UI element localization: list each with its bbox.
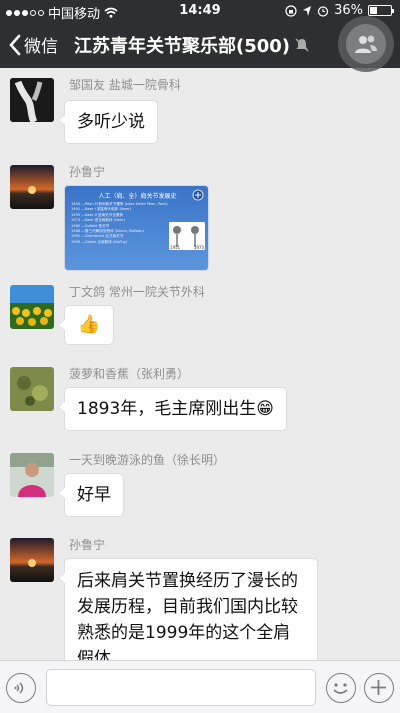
sender-name: 孙鲁宁: [69, 165, 106, 179]
group-name: 江苏青年关节聚乐部(500): [74, 36, 291, 57]
alarm-icon: [317, 5, 329, 17]
implant-photos: 1951 1973: [169, 222, 205, 250]
avatar[interactable]: [10, 367, 54, 411]
message-list[interactable]: 邹国友 盐城一院骨科 多听少说 孙鲁宁 人工（肩、全）肩关节发展史 1893 —…: [0, 68, 400, 660]
avatar[interactable]: [10, 165, 54, 209]
sender-name: 一天到晚游泳的鱼（徐长明）: [69, 453, 226, 467]
sender-name: 邹国友 盐城一院骨科: [69, 78, 181, 92]
implant-label: 1951: [170, 245, 181, 250]
plus-icon: [371, 680, 386, 695]
avatar[interactable]: [10, 453, 54, 497]
location-icon: [303, 5, 312, 16]
hospital-logo-icon: [192, 189, 204, 201]
emoji-button[interactable]: [326, 673, 356, 703]
message-bubble[interactable]: 多听少说: [58, 100, 158, 144]
grin-emoji-icon: 😁: [256, 399, 274, 419]
battery-icon: [368, 5, 394, 16]
sender-name: 丁文鸽 常州一院关节外科: [69, 285, 205, 299]
back-button[interactable]: 微信: [8, 32, 58, 57]
message-bubble[interactable]: 👍: [58, 305, 114, 345]
xray-avatar-image: [10, 78, 54, 122]
slide-title: 人工（肩、全）肩关节发展史: [98, 193, 177, 200]
more-button[interactable]: [364, 673, 394, 703]
chevron-left-icon: [9, 34, 21, 55]
sender-name: 菠萝和香蕉（张利勇）: [69, 367, 190, 381]
person-avatar-image: [10, 453, 54, 497]
voice-icon: [14, 682, 24, 694]
status-bar: 中国移动 14:49 36%: [0, 0, 400, 22]
slide-timeline: 1893 —Péan 行首例肩关节置换 (Jules Emile Péan, P…: [71, 202, 171, 245]
sunflower-avatar-image: [10, 285, 54, 329]
message-bubble[interactable]: 后来肩关节置换经历了漫长的发展历程，目前我们国内比较熟悉的是1999年的这个全肩…: [58, 558, 318, 660]
plant-avatar-image: [10, 367, 54, 411]
implant-label: 1973: [193, 245, 204, 250]
message-bubble[interactable]: 1893年，毛主席刚出生😁: [58, 387, 287, 431]
group-members-icon: [355, 35, 377, 53]
message-input[interactable]: [46, 669, 316, 706]
slide-timeline-row: 1999 —Global 全肩假体 (DePuy): [71, 239, 128, 244]
mute-icon: [295, 38, 309, 52]
back-label: 微信: [24, 37, 58, 57]
avatar[interactable]: [10, 285, 54, 329]
message-text: 1893年，毛主席刚出生: [77, 399, 257, 419]
image-message[interactable]: 人工（肩、全）肩关节发展史 1893 —Péan 行首例肩关节置换 (Jules…: [64, 185, 209, 271]
chat-title: 江苏青年关节聚乐部(500): [74, 32, 310, 58]
emoji-icon: [333, 683, 348, 694]
avatar[interactable]: [10, 78, 54, 122]
sunset-avatar-image: [10, 538, 54, 582]
sender-name: 孙鲁宁: [69, 538, 106, 552]
avatar[interactable]: [10, 538, 54, 582]
rotation-lock-icon: [285, 4, 297, 17]
input-bar: [0, 660, 400, 713]
top-bar: 中国移动 14:49 36% 微信 江苏青年关节聚乐部(500): [0, 0, 400, 72]
message-bubble[interactable]: 好早: [58, 473, 124, 517]
nav-bar: 微信 江苏青年关节聚乐部(500): [0, 16, 400, 72]
voice-button[interactable]: [6, 673, 36, 703]
group-info-button[interactable]: [338, 16, 394, 72]
thumbs-up-icon: 👍: [77, 314, 101, 335]
sunset-avatar-image: [10, 165, 54, 209]
